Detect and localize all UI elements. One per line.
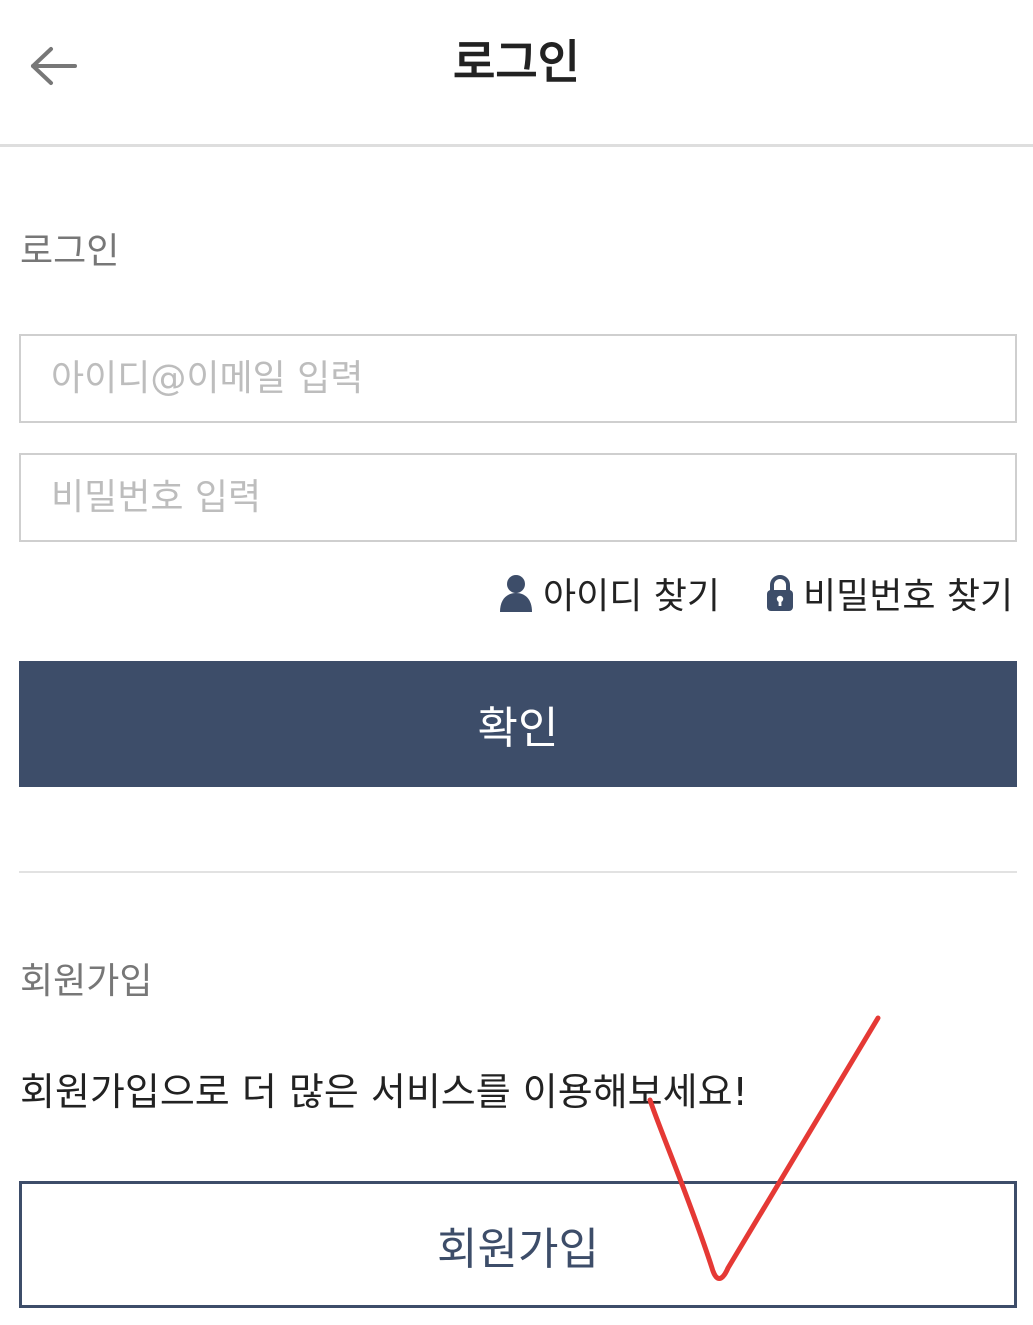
find-id-label: 아이디 찾기: [543, 576, 721, 617]
find-password-label: 비밀번호 찾기: [803, 576, 1014, 617]
user-icon: [497, 573, 535, 613]
page-title: 로그인: [453, 35, 580, 89]
app-header: 로그인: [0, 0, 1033, 147]
find-password-link[interactable]: 비밀번호 찾기: [765, 570, 1014, 617]
confirm-button[interactable]: 확인: [19, 661, 1017, 787]
lock-icon: [765, 573, 795, 613]
login-section-label: 로그인: [20, 231, 120, 272]
signup-section-label: 회원가입: [20, 961, 153, 1002]
password-input[interactable]: [19, 453, 1017, 542]
signup-promo-text: 회원가입으로 더 많은 서비스를 이용해보세요!: [20, 1070, 748, 1114]
section-divider: [19, 871, 1017, 873]
find-id-link[interactable]: 아이디 찾기: [497, 570, 721, 617]
id-email-input[interactable]: [19, 334, 1017, 423]
signup-button[interactable]: 회원가입: [19, 1181, 1017, 1308]
